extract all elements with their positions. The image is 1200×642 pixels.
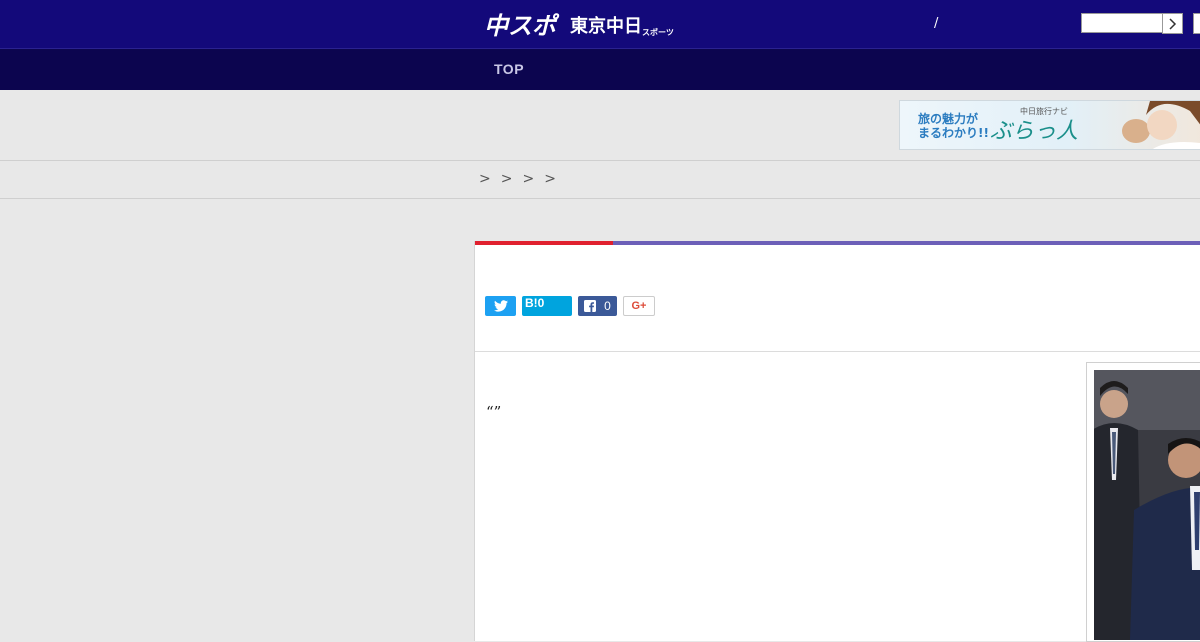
header-separator: / bbox=[934, 16, 939, 31]
breadcrumb-separator: > bbox=[544, 171, 556, 187]
header-extra-button[interactable] bbox=[1193, 13, 1200, 34]
ad-brand-main: ぶらっ人 bbox=[990, 119, 1078, 144]
logo-primary-text: 中スポ bbox=[484, 12, 560, 40]
google-plus-share-button[interactable]: G+ bbox=[623, 296, 655, 316]
facebook-share-count: 0 bbox=[604, 299, 611, 313]
hatena-label: B!0 bbox=[525, 296, 545, 310]
breadcrumb-separator: > bbox=[479, 171, 491, 187]
article-photo-art bbox=[1094, 370, 1200, 640]
breadcrumb-separator: > bbox=[522, 171, 535, 187]
main-nav: TOP bbox=[0, 48, 1200, 90]
logo-small-text: スポーツ bbox=[642, 27, 674, 37]
article-header-divider bbox=[475, 351, 1200, 352]
search-input[interactable] bbox=[1081, 13, 1163, 33]
article-photo[interactable] bbox=[1094, 370, 1200, 640]
ad-brand-small: 中日旅行ナビ bbox=[1020, 106, 1068, 116]
woman-photo bbox=[1122, 101, 1200, 149]
article-accent-red bbox=[475, 241, 613, 245]
google-plus-label: G+ bbox=[631, 300, 647, 312]
logo-secondary-text: 東京中日 bbox=[570, 15, 642, 37]
twitter-bird-icon bbox=[493, 300, 508, 312]
ad-banner-art: 旅の魅力が まるわかり!! 中日旅行ナビ ぶらっ人 bbox=[918, 101, 1200, 149]
article-quote: “” bbox=[486, 403, 502, 421]
ad-text-line1: 旅の魅力が bbox=[918, 111, 978, 126]
ad-banner[interactable]: 旅の魅力が まるわかり!! 中日旅行ナビ ぶらっ人 bbox=[899, 100, 1200, 150]
article-accent-purple bbox=[613, 241, 1200, 245]
breadcrumb-bottom-divider bbox=[0, 198, 1200, 199]
site-logo[interactable]: 中スポ 東京中日 スポーツ bbox=[484, 8, 674, 42]
breadcrumb: > > > > bbox=[479, 171, 556, 187]
search-submit-button[interactable] bbox=[1162, 13, 1183, 34]
hatena-bookmark-button[interactable]: B!0 bbox=[522, 296, 572, 316]
site-header: 中スポ 東京中日 スポーツ / bbox=[0, 0, 1200, 48]
nav-item-top[interactable]: TOP bbox=[494, 61, 524, 77]
breadcrumb-top-divider bbox=[0, 160, 1200, 161]
ad-text-line2: まるわかり!! bbox=[918, 126, 989, 140]
twitter-share-button[interactable] bbox=[485, 296, 516, 316]
facebook-share-button[interactable]: 0 bbox=[578, 296, 617, 316]
breadcrumb-separator: > bbox=[500, 171, 513, 187]
chevron-right-icon bbox=[1168, 17, 1176, 30]
facebook-icon bbox=[584, 300, 597, 312]
